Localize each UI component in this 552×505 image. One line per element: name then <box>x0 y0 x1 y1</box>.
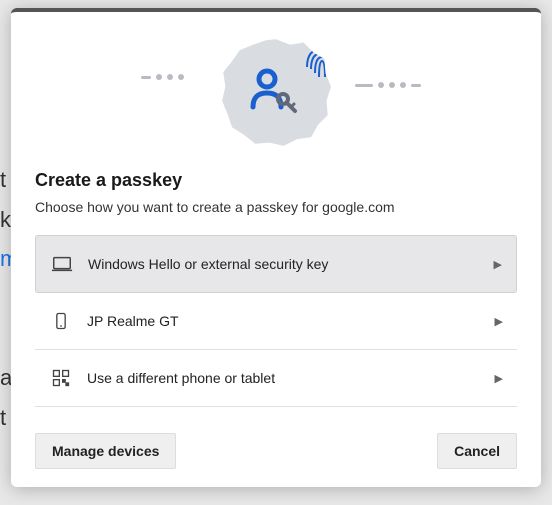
password-underline-icon <box>181 107 225 111</box>
fingerprint-icon <box>303 43 341 85</box>
chevron-right-icon: ▶ <box>494 258 502 271</box>
option-device-phone[interactable]: JP Realme GT ▶ <box>35 293 517 350</box>
option-windows-hello[interactable]: Windows Hello or external security key ▶ <box>35 235 517 293</box>
passkey-dialog: *** Create a passkey Choose how you want… <box>11 8 541 487</box>
chevron-right-icon: ▶ <box>495 372 503 385</box>
hero-illustration: *** <box>11 32 541 152</box>
manage-devices-button[interactable]: Manage devices <box>35 433 176 469</box>
option-label: Use a different phone or tablet <box>87 370 495 386</box>
dialog-subtitle: Choose how you want to create a passkey … <box>35 199 517 215</box>
qr-icon <box>49 366 73 390</box>
hero-blob: *** <box>221 37 331 147</box>
chevron-right-icon: ▶ <box>495 315 503 328</box>
option-label: Windows Hello or external security key <box>88 256 494 272</box>
option-label: JP Realme GT <box>87 313 495 329</box>
decorative-dots-right <box>355 82 421 88</box>
phone-icon <box>49 309 73 333</box>
person-key-icon <box>249 67 299 117</box>
laptop-icon <box>50 252 74 276</box>
dialog-title: Create a passkey <box>35 170 517 191</box>
password-asterisk-icon: *** <box>183 83 212 106</box>
cancel-button[interactable]: Cancel <box>437 433 517 469</box>
decorative-dots-left <box>141 74 184 80</box>
option-different-device[interactable]: Use a different phone or tablet ▶ <box>35 350 517 407</box>
